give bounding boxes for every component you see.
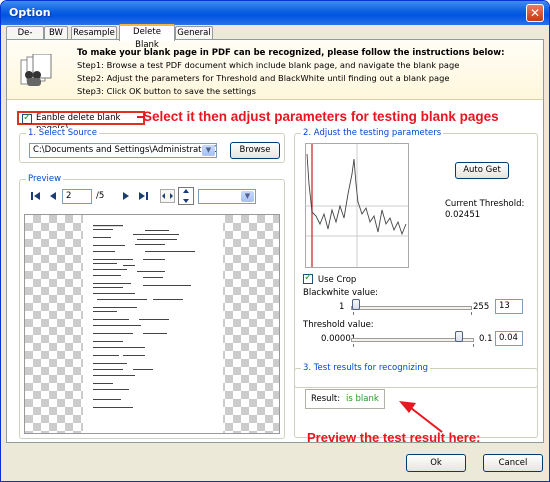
auto-get-label: Auto Get [463, 165, 501, 175]
current-threshold-value: 0.02451 [445, 210, 481, 220]
fit-width-icon[interactable] [160, 189, 175, 203]
first-page-icon[interactable] [28, 189, 44, 203]
cancel-label: Cancel [498, 458, 528, 468]
callout-select-adjust: Select it then adjust parameters for tes… [143, 109, 499, 124]
window-title: Option [9, 6, 51, 19]
result-box: Result: is blank [305, 389, 385, 409]
blackwhite-value-input[interactable]: 13 [495, 299, 523, 314]
result-value: is blank [346, 394, 379, 404]
blackwhite-slider-track[interactable] [351, 306, 472, 310]
checkbox-icon[interactable] [22, 112, 32, 124]
current-threshold-label: Current Threshold: [445, 199, 525, 209]
use-crop-label: Use Crop [317, 274, 357, 285]
result-label: Result: [311, 394, 341, 404]
callout-preview-result: Preview the test result here: [307, 430, 481, 445]
tab-general[interactable]: General [175, 26, 213, 40]
blackwhite-label: Blackwhite value: [303, 288, 379, 298]
source-path-value: C:\Documents and Settings\Administrator\… [33, 145, 217, 155]
blackwhite-min: 1 [339, 302, 345, 312]
slider-tick [353, 312, 354, 315]
instructions-banner: To make your blank page in PDF can be re… [7, 40, 543, 100]
instruction-step: Step3: Click OK button to save the setti… [77, 86, 256, 96]
adjust-parameters-title: 2. Adjust the testing parameters [301, 128, 444, 138]
tab-label: General [177, 28, 211, 38]
tab-de-skew[interactable]: De-Skew [6, 26, 44, 51]
slider-tick [473, 344, 474, 347]
page-number-input[interactable]: 2 [62, 189, 92, 204]
fit-height-icon[interactable] [178, 187, 194, 205]
threshold-value-input[interactable]: 0.04 [495, 331, 523, 346]
next-page-icon[interactable] [119, 189, 133, 203]
adjust-parameters-group: 2. Adjust the testing parameters Auto Ge… [294, 128, 538, 388]
threshold-max: 0.1 [479, 334, 493, 344]
blackwhite-slider-thumb[interactable] [352, 299, 360, 310]
close-icon: ✕ [529, 6, 541, 20]
page-text-lines [93, 225, 195, 408]
select-source-title: 1. Select Source [26, 128, 99, 138]
browse-button[interactable]: Browse [230, 142, 280, 159]
preview-title: Preview [26, 174, 64, 184]
close-button[interactable]: ✕ [526, 4, 544, 22]
chevron-down-icon[interactable]: ▼ [202, 145, 215, 156]
page-number-value: 2 [66, 191, 72, 201]
auto-get-button[interactable]: Auto Get [455, 162, 509, 179]
document-page [83, 215, 223, 433]
last-page-icon[interactable] [135, 189, 151, 203]
instruction-step: Step2: Adjust the parameters for Thresho… [77, 73, 450, 83]
threshold-value: 0.04 [499, 333, 518, 343]
ok-label: Ok [430, 458, 442, 468]
tab-bw[interactable]: BW [44, 26, 68, 40]
test-results-group: 3. Test results for recognizing Result: … [294, 363, 538, 438]
prev-page-icon[interactable] [46, 189, 60, 203]
chevron-down-icon[interactable]: ▼ [241, 191, 254, 202]
blackwhite-max: 255 [473, 302, 490, 312]
slider-tick [471, 312, 472, 315]
slider-tick [353, 344, 354, 347]
enable-delete-blank-checkbox[interactable]: Eanble delete blank page(s) [17, 111, 145, 134]
threshold-graph [305, 143, 409, 268]
blackwhite-value: 13 [499, 301, 510, 311]
threshold-slider-thumb[interactable] [455, 331, 463, 342]
use-crop-checkbox[interactable]: Use Crop [303, 272, 357, 285]
tab-resample[interactable]: Resample [71, 26, 117, 40]
cancel-button[interactable]: Cancel [483, 454, 543, 472]
browse-label: Browse [239, 145, 271, 155]
tab-label: Resample [73, 28, 115, 38]
checkbox-icon[interactable] [303, 272, 313, 284]
title-bar: Option ✕ [1, 1, 549, 25]
threshold-label: Threshold value: [303, 320, 374, 330]
test-results-title: 3. Test results for recognizing [301, 363, 430, 373]
instruction-step: Step1: Browse a test PDF document which … [77, 60, 460, 70]
option-dialog: Option ✕ De-Skew BW Resample Delete Blan… [0, 0, 550, 482]
source-path-combo[interactable]: C:\Documents and Settings\Administrator\… [29, 143, 217, 158]
preview-canvas [24, 214, 280, 434]
tab-label: BW [49, 28, 63, 38]
preview-group: Preview 2 /5 ▼ [19, 174, 285, 439]
documents-icon [20, 54, 52, 86]
delete-blank-panel: To make your blank page in PDF can be re… [6, 39, 544, 445]
ok-button[interactable]: Ok [406, 454, 466, 472]
tab-delete-blank[interactable]: Delete Blank [119, 24, 175, 50]
zoom-combo[interactable]: ▼ [198, 189, 256, 204]
select-source-group: 1. Select Source C:\Documents and Settin… [19, 128, 285, 163]
tab-label: Delete Blank [133, 27, 161, 50]
page-total: /5 [96, 191, 105, 201]
